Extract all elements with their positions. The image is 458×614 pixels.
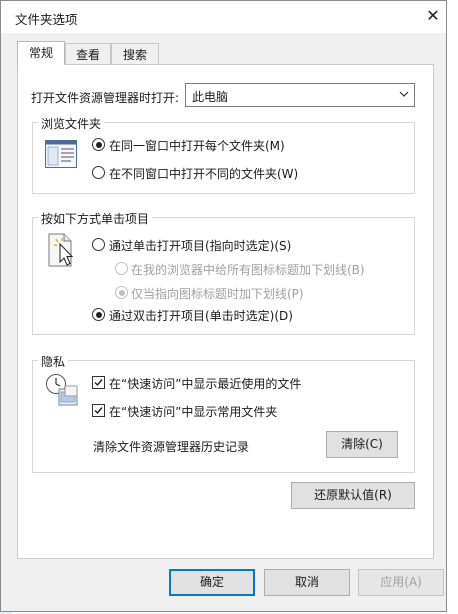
close-icon[interactable]: ✕ <box>420 3 446 29</box>
open-explorer-value: 此电脑 <box>192 90 229 104</box>
same-window-label: 在同一窗口中打开每个文件夹(M) <box>109 139 285 153</box>
tab-general[interactable]: 常规 <box>17 41 65 65</box>
same-window-radio[interactable] <box>92 138 105 151</box>
click-items-title: 按如下方式单击项目 <box>38 210 153 227</box>
frequent-folders-checkbox[interactable] <box>92 404 105 417</box>
history-clock-icon <box>46 374 78 406</box>
window-panes-icon <box>45 140 77 168</box>
clear-history-label: 清除文件资源管理器历史记录 <box>93 440 250 454</box>
title-bar: 文件夹选项 ✕ <box>1 1 446 33</box>
chevron-down-icon <box>399 91 409 97</box>
underline-hover-label: 仅当指向图标标题时加下划线(P) <box>131 287 304 301</box>
recent-files-checkbox[interactable] <box>92 376 105 389</box>
single-click-radio[interactable] <box>92 238 105 251</box>
double-click-label: 通过双击打开项目(单击时选定)(D) <box>109 309 293 323</box>
open-explorer-label: 打开文件资源管理器时打开: <box>31 91 180 105</box>
single-click-label: 通过单击打开项目(指向时选定)(S) <box>109 239 292 253</box>
tab-view-label: 查看 <box>75 48 100 62</box>
restore-defaults-button[interactable]: 还原默认值(R) <box>291 482 415 509</box>
browse-folders-title: 浏览文件夹 <box>38 115 105 132</box>
clear-history-button[interactable]: 清除(C) <box>326 431 398 458</box>
tab-view[interactable]: 查看 <box>65 43 111 65</box>
apply-button[interactable]: 应用(A) <box>358 569 444 596</box>
tab-search[interactable]: 搜索 <box>111 43 159 65</box>
open-explorer-dropdown[interactable]: 此电脑 <box>185 83 415 107</box>
underline-hover-radio[interactable] <box>115 286 128 299</box>
folder-options-dialog: 文件夹选项 ✕ 常规 查看 搜索 打开文件资源管理器时打开: 此电脑 浏览文件夹… <box>0 0 447 612</box>
checkmark-icon <box>94 407 103 415</box>
new-window-label: 在不同窗口中打开不同的文件夹(W) <box>109 167 299 181</box>
frequent-folders-label: 在“快速访问”中显示常用文件夹 <box>109 405 278 419</box>
recent-files-label: 在“快速访问”中显示最近使用的文件 <box>109 377 302 391</box>
new-window-radio[interactable] <box>92 166 105 179</box>
dialog-title: 文件夹选项 <box>15 12 78 27</box>
underline-always-label: 在我的浏览器中给所有图标标题加下划线(B) <box>131 263 365 277</box>
underline-always-radio[interactable] <box>115 262 128 275</box>
tab-search-label: 搜索 <box>122 48 147 62</box>
browse-folders-group <box>32 122 415 194</box>
double-click-radio[interactable] <box>92 308 105 321</box>
click-cursor-icon <box>48 233 74 267</box>
cancel-button[interactable]: 取消 <box>264 569 350 596</box>
privacy-title: 隐私 <box>38 353 69 370</box>
ok-button[interactable]: 确定 <box>169 569 255 596</box>
tab-general-label: 常规 <box>28 46 53 60</box>
checkmark-icon <box>94 379 103 387</box>
